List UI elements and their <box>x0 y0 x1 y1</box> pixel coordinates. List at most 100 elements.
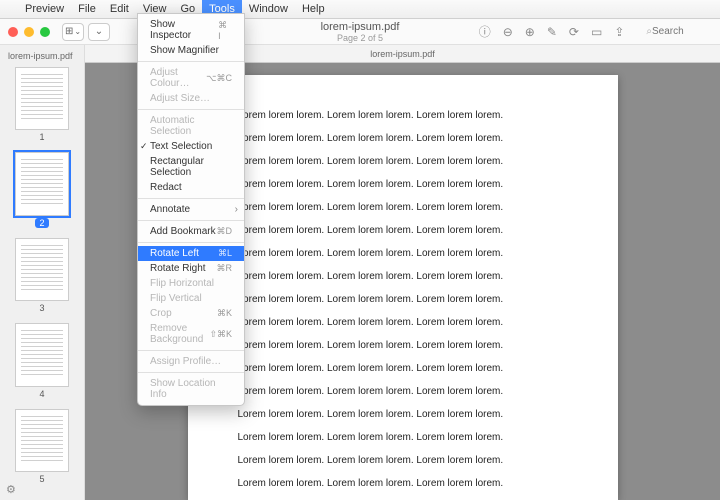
preview-window: ⊞⌄ ⌄ lorem-ipsum.pdf Page 2 of 5 ⓘ ⊖ ⊕ ✎… <box>0 19 720 500</box>
menu-separator <box>138 242 244 243</box>
menu-separator <box>138 198 244 199</box>
document-text-line: Lorem lorem lorem. Lorem lorem lorem. Lo… <box>238 432 568 443</box>
menu-item-assign-profile: Assign Profile… <box>138 354 244 369</box>
menu-item-flip-horizontal: Flip Horizontal <box>138 276 244 291</box>
search-field[interactable]: ⌕ <box>646 26 712 37</box>
system-menubar: PreviewFileEditViewGoToolsWindowHelp <box>0 0 720 19</box>
thumbnail-page-number: 1 <box>39 132 44 142</box>
menu-preview[interactable]: Preview <box>18 0 71 18</box>
menu-item-label: Rotate Right <box>150 263 206 274</box>
pdf-page: Lorem lorem lorem. Lorem lorem lorem. Lo… <box>188 75 618 500</box>
menu-item-label: Flip Horizontal <box>150 278 214 289</box>
menu-separator <box>138 372 244 373</box>
close-button[interactable] <box>8 27 18 37</box>
menu-item-show-magnifier[interactable]: Show Magnifier <box>138 43 244 58</box>
menu-item-rotate-right[interactable]: Rotate Right ⌘R <box>138 261 244 276</box>
document-text-line: Lorem lorem lorem. Lorem lorem lorem. Lo… <box>238 340 568 351</box>
sidebar-doc-label: lorem-ipsum.pdf <box>0 51 73 61</box>
menu-shortcut: ⇧⌘K <box>209 329 232 340</box>
minimize-button[interactable] <box>24 27 34 37</box>
thumbnail-page-number: 2 <box>35 218 48 228</box>
markup-icon[interactable]: ✎ <box>547 25 557 39</box>
menu-item-label: Adjust Size… <box>150 93 210 104</box>
menu-window[interactable]: Window <box>242 0 295 18</box>
menu-item-label: Automatic Selection <box>150 115 232 137</box>
menu-item-adjust-colour: Adjust Colour…⌥⌘C <box>138 65 244 91</box>
document-text-line: Lorem lorem lorem. Lorem lorem lorem. Lo… <box>238 455 568 466</box>
toolbar-right: ⓘ ⊖ ⊕ ✎ ⟳ ▭ ⇪ ⌕ <box>479 23 712 40</box>
document-text-line: Lorem lorem lorem. Lorem lorem lorem. Lo… <box>238 271 568 282</box>
document-text-line: Lorem lorem lorem. Lorem lorem lorem. Lo… <box>238 386 568 397</box>
window-titlebar: ⊞⌄ ⌄ lorem-ipsum.pdf Page 2 of 5 ⓘ ⊖ ⊕ ✎… <box>0 19 720 45</box>
grid-icon: ⊞ <box>65 26 73 37</box>
menu-item-rectangular-selection[interactable]: Rectangular Selection <box>138 154 244 180</box>
menu-item-flip-vertical: Flip Vertical <box>138 291 244 306</box>
document-text-line: Lorem lorem lorem. Lorem lorem lorem. Lo… <box>238 110 568 121</box>
menu-shortcut: ⌘ I <box>218 20 232 41</box>
sidebar-toggle-button[interactable]: ⊞⌄ <box>62 23 84 41</box>
document-text-line: Lorem lorem lorem. Lorem lorem lorem. Lo… <box>238 294 568 305</box>
document-title: lorem-ipsum.pdf <box>321 21 400 33</box>
menu-item-annotate[interactable]: Annotate <box>138 202 244 217</box>
menu-item-show-location-info: Show Location Info <box>138 376 244 402</box>
zoom-in-icon[interactable]: ⊕ <box>525 25 535 39</box>
menu-separator <box>138 350 244 351</box>
document-text-line: Lorem lorem lorem. Lorem lorem lorem. Lo… <box>238 248 568 259</box>
title-area: lorem-ipsum.pdf Page 2 of 5 <box>321 21 400 43</box>
document-text-line: Lorem lorem lorem. Lorem lorem lorem. Lo… <box>238 133 568 144</box>
menu-shortcut: ⌘L <box>218 248 232 259</box>
thumbnail-page-number: 4 <box>39 389 44 399</box>
chevron-down-icon: ⌄ <box>74 27 81 36</box>
menu-item-label: Show Inspector <box>150 19 218 41</box>
tools-menu-dropdown: Show Inspector⌘ I Show Magnifier Adjust Co… <box>137 13 245 406</box>
zoom-button[interactable] <box>40 27 50 37</box>
menu-item-label: Crop <box>150 308 172 319</box>
menu-item-show-inspector[interactable]: Show Inspector⌘ I <box>138 17 244 43</box>
menu-item-automatic-selection: Automatic Selection <box>138 113 244 139</box>
page-thumbnail[interactable] <box>15 152 69 215</box>
zoom-out-icon[interactable]: ⊖ <box>503 25 513 39</box>
menu-item-redact[interactable]: Redact <box>138 180 244 195</box>
menu-edit[interactable]: Edit <box>103 0 136 18</box>
document-text-line: Lorem lorem lorem. Lorem lorem lorem. Lo… <box>238 478 568 489</box>
traffic-lights <box>8 27 50 37</box>
menu-shortcut: ⌘K <box>217 308 232 319</box>
zoom-mode-button[interactable]: ⌄ <box>88 23 110 41</box>
chevron-down-icon: ⌄ <box>95 26 103 37</box>
menu-item-label: Text Selection <box>150 141 212 152</box>
menu-file[interactable]: File <box>71 0 103 18</box>
thumbnail-page-number: 3 <box>39 303 44 313</box>
menu-item-adjust-size: Adjust Size… <box>138 91 244 106</box>
document-text-line: Lorem lorem lorem. Lorem lorem lorem. Lo… <box>238 409 568 420</box>
menu-shortcut: ⌘D <box>217 226 233 237</box>
menu-help[interactable]: Help <box>295 0 332 18</box>
info-icon[interactable]: ⓘ <box>479 23 491 40</box>
document-text-line: Lorem lorem lorem. Lorem lorem lorem. Lo… <box>238 363 568 374</box>
page-thumbnail[interactable] <box>15 323 69 386</box>
menu-item-label: Annotate <box>150 204 190 215</box>
menu-item-label: Assign Profile… <box>150 356 221 367</box>
page-thumbnail[interactable] <box>15 67 69 130</box>
menu-separator <box>138 109 244 110</box>
share-icon[interactable]: ⇪ <box>614 25 624 39</box>
search-input[interactable] <box>652 26 712 37</box>
page-indicator: Page 2 of 5 <box>321 33 400 43</box>
menu-item-rotate-left[interactable]: Rotate Left⌘L <box>138 246 244 261</box>
menu-item-label: Remove Background <box>150 323 209 345</box>
menu-shortcut: ⌘R <box>217 263 233 274</box>
rotate-icon[interactable]: ⟳ <box>569 25 579 39</box>
menu-item-label: Rectangular Selection <box>150 156 232 178</box>
sidebar-gear-icon[interactable]: ⚙︎ <box>6 483 16 496</box>
menu-item-add-bookmark[interactable]: Add Bookmark⌘D <box>138 224 244 239</box>
document-text-line: Lorem lorem lorem. Lorem lorem lorem. Lo… <box>238 179 568 190</box>
page-thumbnail[interactable] <box>15 409 69 472</box>
menu-item-label: Add Bookmark <box>150 226 216 237</box>
form-icon[interactable]: ▭ <box>591 25 602 39</box>
menu-item-label: Show Location Info <box>150 378 232 400</box>
menu-item-label: Show Magnifier <box>150 45 219 56</box>
menu-item-label: Flip Vertical <box>150 293 202 304</box>
page-thumbnail[interactable] <box>15 238 69 301</box>
menu-item-text-selection[interactable]: Text Selection <box>138 139 244 154</box>
menu-separator <box>138 220 244 221</box>
document-text-line: Lorem lorem lorem. Lorem lorem lorem. Lo… <box>238 156 568 167</box>
